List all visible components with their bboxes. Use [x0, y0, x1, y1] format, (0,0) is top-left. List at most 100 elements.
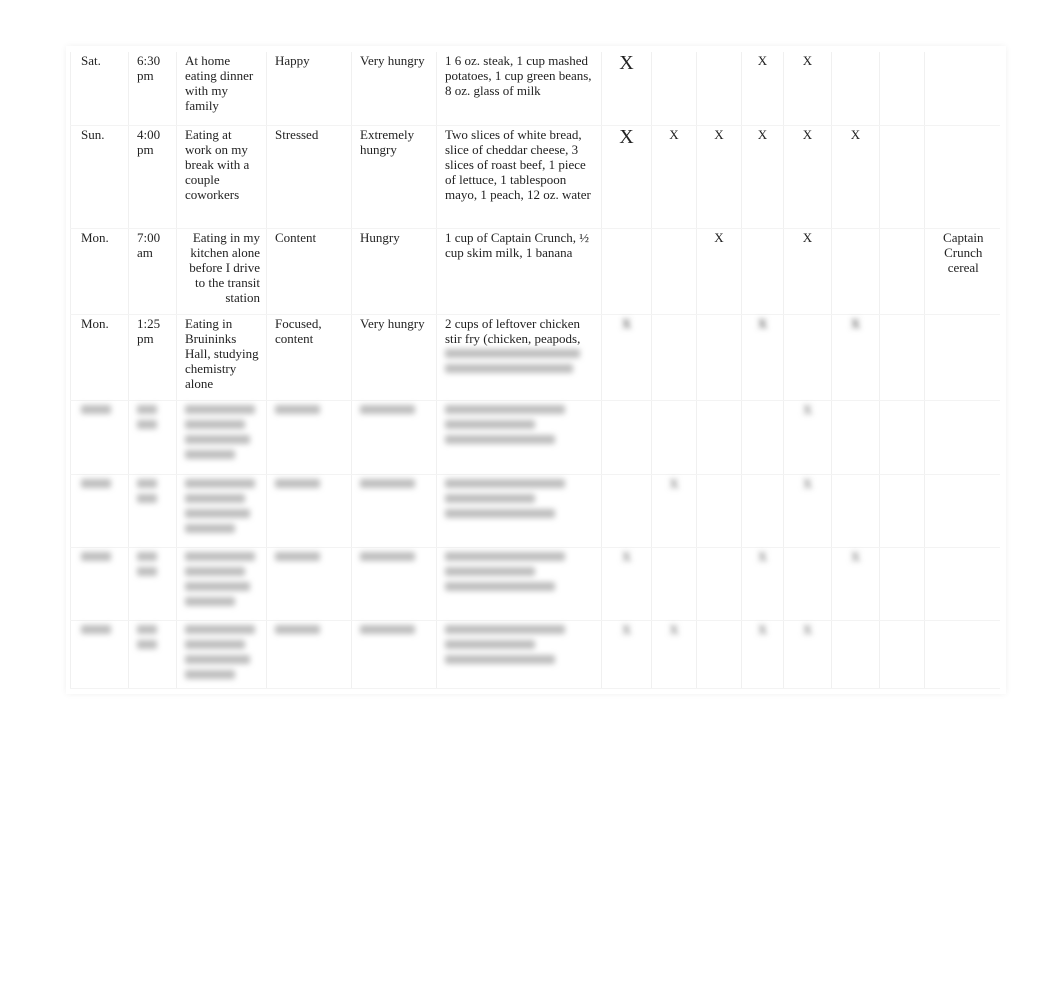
mark-cell [696, 620, 742, 689]
day-cell: Mon. [70, 314, 129, 401]
mark-cell [651, 547, 697, 621]
blurred-cell [266, 400, 352, 475]
feeling-cell: Content [266, 228, 352, 315]
mark-cell: X [601, 620, 652, 689]
mark-cell: X [831, 125, 880, 229]
mark-cell [651, 314, 697, 401]
mark-cell [783, 547, 832, 621]
food-diary-table: Sat. 6:30 pm At home eating dinner with my… [70, 52, 1000, 689]
table-row-blurred: X [70, 400, 1000, 475]
blurred-cell [351, 620, 437, 689]
blurred-cell [128, 400, 177, 475]
food-cell: 1 6 oz. steak, 1 cup mashed potatoes, 1 … [436, 52, 602, 126]
mark-cell [879, 228, 925, 315]
blurred-cell [436, 400, 602, 475]
food-text: Two slices of white bread, slice of ched… [445, 126, 591, 202]
mark-cell: X [601, 547, 652, 621]
table-row-blurred: XX [70, 474, 1000, 548]
blurred-cell [70, 474, 129, 548]
blurred-cell [266, 547, 352, 621]
mark-cell: X [741, 620, 784, 689]
mark-cell [924, 400, 1000, 475]
hunger-cell: Very hungry [351, 52, 437, 126]
blurred-cell [436, 620, 602, 689]
mark-cell [879, 52, 925, 126]
blurred-cell [351, 400, 437, 475]
table-row-blurred: XXXX [70, 620, 1000, 689]
mark-cell [924, 547, 1000, 621]
day-cell: Sun. [70, 125, 129, 229]
table-row: Sat. 6:30 pm At home eating dinner with my… [70, 52, 1000, 126]
situation-cell: Eating in my kitchen alone before I driv… [176, 228, 267, 315]
situation-cell: Eating in Bruininks Hall, studying chemi… [176, 314, 267, 401]
mark-cell: X [741, 547, 784, 621]
hunger-cell: Hungry [351, 228, 437, 315]
mark-cell [651, 52, 697, 126]
mark-cell [741, 474, 784, 548]
table-row: Mon. 1:25 pm Eating in Bruininks Hall, stu… [70, 314, 1000, 401]
mark-cell [879, 474, 925, 548]
mark-cell [831, 228, 880, 315]
mark-cell: X [651, 620, 697, 689]
mark-cell [601, 400, 652, 475]
food-cell: Two slices of white bread, slice of ched… [436, 125, 602, 229]
mark-cell [924, 620, 1000, 689]
blurred-cell [351, 547, 437, 621]
mark-cell [831, 52, 880, 126]
blurred-cell [176, 400, 267, 475]
mark-cell: X [601, 314, 652, 401]
mark-cell [601, 228, 652, 315]
note-cell [924, 125, 1000, 229]
mark-cell: X [783, 125, 832, 229]
document-page: Sat. 6:30 pm At home eating dinner with my… [66, 46, 1006, 694]
mark-cell: X [831, 314, 880, 401]
mark-cell [651, 400, 697, 475]
mark-cell [831, 400, 880, 475]
mark-cell: X [741, 314, 784, 401]
food-cell: 2 cups of leftover chicken stir fry (chi… [436, 314, 602, 401]
mark-cell: X [651, 474, 697, 548]
mark-cell [601, 474, 652, 548]
table-row: Mon. 7:00 am Eating in my kitchen alone be… [70, 228, 1000, 315]
mark-cell: X [783, 228, 832, 315]
mark-cell [696, 474, 742, 548]
mark-cell: X [741, 125, 784, 229]
day-cell: Mon. [70, 228, 129, 315]
situation-cell: Eating at work on my break with a couple… [176, 125, 267, 229]
blurred-cell [70, 620, 129, 689]
food-text: 2 cups of leftover chicken stir fry (chi… [445, 315, 581, 346]
blurred-cell [128, 547, 177, 621]
mark-cell [831, 620, 880, 689]
note-cell: Captain Crunch cereal [924, 228, 1000, 315]
mark-cell [831, 474, 880, 548]
mark-cell: X [651, 125, 697, 229]
mark-cell [783, 314, 832, 401]
time-cell: 7:00 am [128, 228, 177, 315]
mark-cell: X [831, 547, 880, 621]
mark-cell: X [696, 125, 742, 229]
mark-cell [696, 52, 742, 126]
mark-cell [879, 314, 925, 401]
hunger-cell: Very hungry [351, 314, 437, 401]
mark-cell [924, 474, 1000, 548]
note-cell [924, 52, 1000, 126]
mark-cell [879, 400, 925, 475]
time-cell: 1:25 pm [128, 314, 177, 401]
blurred-cell [266, 474, 352, 548]
feeling-cell: Stressed [266, 125, 352, 229]
blurred-cell [70, 547, 129, 621]
note-cell [924, 314, 1000, 401]
food-cell: 1 cup of Captain Crunch, ½ cup skim milk… [436, 228, 602, 315]
mark-cell [741, 400, 784, 475]
blurred-cell [436, 474, 602, 548]
time-cell: 6:30 pm [128, 52, 177, 126]
hunger-cell: Extremely hungry [351, 125, 437, 229]
food-text: 1 cup of Captain Crunch, ½ cup skim milk… [445, 229, 590, 260]
blurred-cell [176, 547, 267, 621]
feeling-cell: Happy [266, 52, 352, 126]
mark-cell: X [783, 474, 832, 548]
table-row-blurred: XXX [70, 547, 1000, 621]
mark-cell: X [741, 52, 784, 126]
mark-cell: X [783, 52, 832, 126]
time-cell: 4:00 pm [128, 125, 177, 229]
